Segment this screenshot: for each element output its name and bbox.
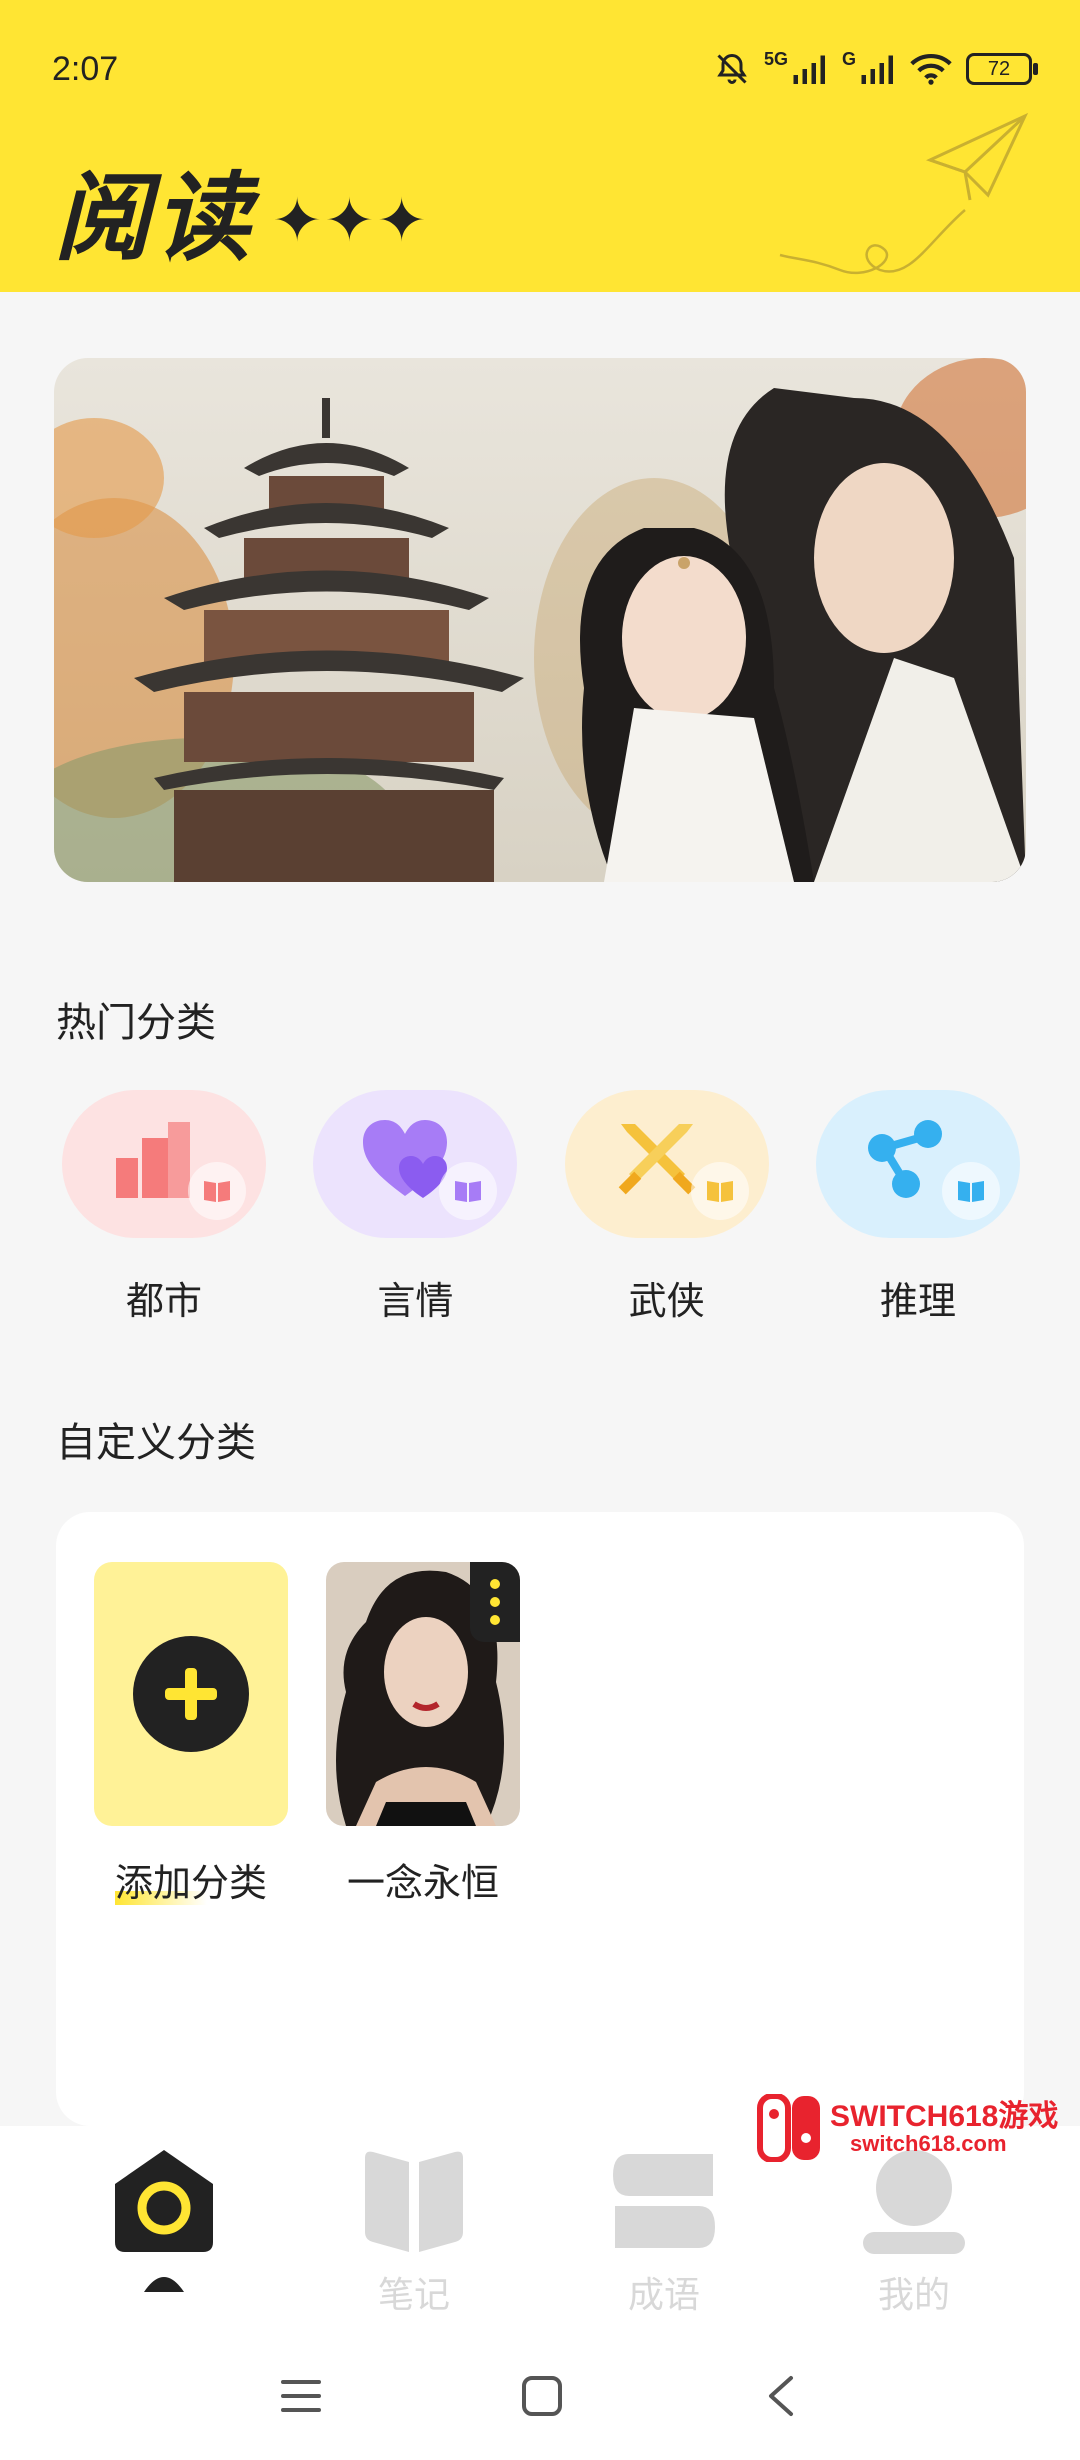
switch-logo-icon [757, 2094, 820, 2162]
featured-banner[interactable] [54, 358, 1026, 882]
category-pill [815, 1090, 1020, 1238]
custom-category-label: 一念永恒 [346, 1861, 499, 1905]
category-pill [62, 1090, 266, 1238]
home-icon [115, 2150, 213, 2252]
app-header: 2:07 5G G 72 阅读 ✦✦✦ [0, 0, 1080, 292]
add-category-tile [94, 1562, 288, 1826]
swords-icon [618, 1124, 695, 1195]
watermark-url: switch618.com [850, 2131, 1007, 2157]
page-title: 阅读 [54, 162, 254, 274]
category-city[interactable]: 都市 [62, 1090, 266, 1325]
active-indicator-icon [144, 2277, 184, 2292]
plus-icon [133, 1636, 249, 1752]
more-options-button[interactable] [470, 1562, 520, 1642]
category-martial-arts[interactable]: 武侠 [564, 1090, 769, 1325]
category-pill [564, 1090, 769, 1238]
system-nav-bar [0, 2332, 1080, 2460]
category-pill [313, 1090, 518, 1238]
book-badge [941, 1162, 1000, 1220]
battery-indicator: 72 [966, 53, 1038, 85]
book-icon [706, 1181, 733, 1202]
book-icon [957, 1181, 984, 1202]
book-badge [690, 1162, 749, 1220]
book-icon [204, 1181, 230, 1202]
book-icon [365, 2151, 463, 2252]
custom-categories-title: 自定义分类 [56, 1420, 256, 1466]
hot-categories-title: 热门分类 [56, 1000, 216, 1046]
status-bar: 2:07 5G G 72 [52, 44, 1038, 94]
tab-label: 我的 [877, 2275, 950, 2316]
status-time: 2:07 [52, 49, 119, 88]
hot-categories-list: 都市 言情 武侠 推理 [62, 1090, 1020, 1325]
sparkle-icon: ✦✦✦ [272, 186, 429, 256]
book-badge [439, 1162, 498, 1220]
idiom-icon [613, 2154, 715, 2248]
category-label: 都市 [125, 1279, 202, 1323]
menu-icon[interactable] [279, 2376, 323, 2416]
tab-label: 笔记 [377, 2275, 450, 2316]
tab-home[interactable] [74, 2146, 254, 2300]
signal-bars-icon [793, 55, 825, 84]
banner-illustration [54, 358, 1026, 882]
signal-bars-icon [861, 55, 893, 84]
custom-categories-card: 添加分类 一念永恒 [56, 1512, 1024, 2126]
category-label: 言情 [377, 1279, 454, 1323]
category-cover-image [326, 1562, 520, 1826]
tab-profile[interactable]: 我的 [824, 2146, 1004, 2318]
back-icon[interactable] [761, 2374, 801, 2418]
book-icon [455, 1181, 482, 1202]
category-label: 武侠 [628, 1279, 705, 1323]
paper-plane-icon [779, 112, 1029, 275]
status-icons: 5G G 72 [714, 48, 1038, 87]
city-icon [116, 1122, 190, 1198]
network-icon [867, 1120, 942, 1198]
wifi-icon [910, 53, 952, 85]
tab-notes[interactable]: 笔记 [324, 2146, 504, 2318]
watermark-title: SWITCH618游戏 [830, 2099, 1059, 2133]
tab-label: 成语 [627, 2275, 700, 2316]
book-badge [188, 1162, 246, 1220]
category-romance[interactable]: 言情 [313, 1090, 518, 1325]
custom-category-item[interactable]: 一念永恒 [326, 1562, 520, 1907]
home-square-icon[interactable] [520, 2374, 564, 2418]
add-category-label: 添加分类 [114, 1861, 267, 1905]
mute-bell-icon [717, 53, 747, 84]
add-category-button[interactable]: 添加分类 [94, 1562, 288, 1907]
signal-label-g: G [841, 48, 856, 69]
tab-idioms[interactable]: 成语 [574, 2146, 754, 2318]
watermark: SWITCH618游戏 switch618.com [756, 2092, 1066, 2164]
category-mystery[interactable]: 推理 [815, 1090, 1020, 1325]
category-label: 推理 [879, 1279, 956, 1323]
signal-label-5g: 5G [763, 48, 788, 69]
